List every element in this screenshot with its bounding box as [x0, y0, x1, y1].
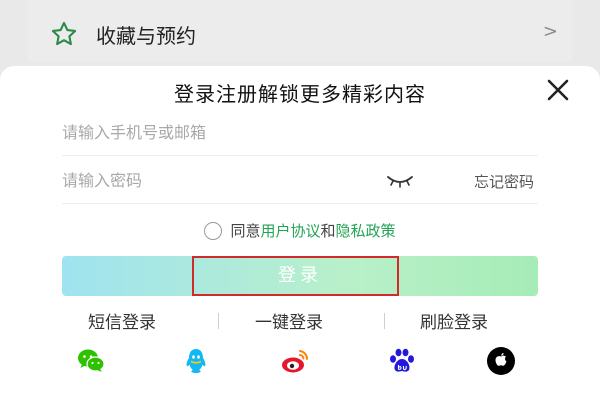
agreement-row: 同意用户协议和隐私政策 [0, 220, 600, 241]
phone-email-input[interactable] [62, 110, 362, 154]
agreement-radio[interactable] [204, 222, 223, 240]
weibo-icon[interactable] [280, 346, 310, 376]
login-button[interactable]: 登录 [62, 256, 538, 296]
privacy-policy-link[interactable]: 隐私政策 [336, 222, 396, 240]
forgot-password-link[interactable]: 忘记密码 [474, 171, 534, 192]
chevron-right-icon: > [542, 21, 558, 42]
divider [218, 313, 219, 329]
apple-icon[interactable] [486, 346, 516, 376]
row-label: 收藏与预约 [96, 24, 196, 48]
user-agreement-link[interactable]: 用户协议 [260, 222, 320, 240]
divider [384, 313, 385, 329]
agree-and: 和 [320, 222, 336, 240]
page: 收藏与预约 > 登录注册解锁更多精彩内容 忘记密码 同意用户协议和隐私政策 登录… [0, 0, 600, 420]
agree-prefix: 同意 [230, 222, 261, 240]
phone-email-field [62, 110, 538, 156]
baidu-icon[interactable] [387, 346, 417, 376]
sheet-title: 登录注册解锁更多精彩内容 [174, 82, 426, 106]
eye-closed-icon[interactable] [386, 172, 414, 190]
favorites-reservations-row[interactable]: 收藏与预约 > [28, 0, 572, 62]
wechat-icon[interactable] [76, 346, 106, 376]
qq-icon[interactable] [181, 346, 211, 376]
password-input[interactable] [62, 158, 362, 202]
login-sheet: 登录注册解锁更多精彩内容 忘记密码 同意用户协议和隐私政策 登录 短信登录 一键… [0, 66, 600, 420]
password-field: 忘记密码 [62, 158, 538, 204]
face-login-link[interactable]: 刷脸登录 [420, 308, 488, 333]
one-key-login-link[interactable]: 一键登录 [255, 308, 323, 333]
star-outline-icon [51, 21, 77, 46]
sms-login-link[interactable]: 短信登录 [88, 308, 156, 333]
close-icon[interactable] [546, 78, 570, 102]
